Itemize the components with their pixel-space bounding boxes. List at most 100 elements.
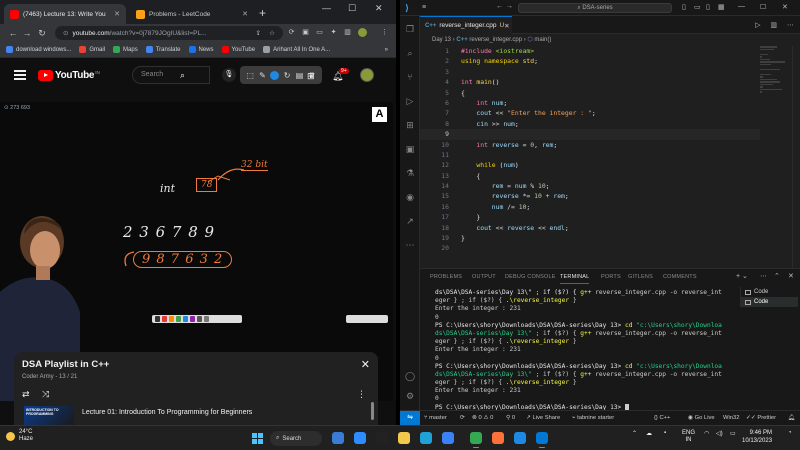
new-tab-button[interactable]: + [259, 6, 266, 20]
notification-center-icon[interactable]: ◔ [788, 430, 792, 436]
bookmark-item[interactable]: Gmail [79, 46, 105, 53]
taskbar-search[interactable]: ⌕ Search [270, 431, 322, 446]
code-line[interactable]: 2 using namespace std; [420, 56, 760, 66]
code-line[interactable]: 16 num /= 10; [420, 202, 760, 212]
pen-green-icon[interactable] [176, 316, 181, 322]
chrome-menu-icon[interactable]: ⋮ [380, 28, 389, 37]
zoom-icon[interactable] [354, 432, 366, 444]
terminal-list-item[interactable]: Code [741, 287, 798, 297]
bookmark-star-icon[interactable]: ☆ [269, 29, 275, 37]
media-player-icon[interactable] [376, 432, 388, 444]
nav-back-icon[interactable]: ← [496, 3, 503, 10]
input-language[interactable]: ENG IN [682, 430, 695, 444]
code-line[interactable]: 1 #include <iostream> [420, 46, 760, 56]
refresh-extension-icon[interactable]: ⟳ [287, 28, 296, 37]
youtube-logo[interactable]: YouTube IN [38, 70, 100, 81]
more-options-icon[interactable]: ⋮ [357, 389, 366, 400]
vscode-icon[interactable] [536, 432, 548, 448]
minimap[interactable] [760, 46, 788, 106]
eraser-icon[interactable] [197, 316, 202, 322]
layout-panel-icon[interactable]: ▭ [694, 3, 701, 11]
source-control-icon[interactable]: ⑂ [405, 72, 415, 82]
tray-overflow-icon[interactable]: ⌃ [632, 430, 637, 437]
docker-icon[interactable]: ⋯ [405, 240, 415, 250]
undo-icon[interactable] [204, 316, 209, 322]
gpu-icon[interactable]: ▪ [664, 430, 666, 436]
branch-status[interactable]: ⑂ master [424, 415, 447, 421]
firefox-icon[interactable] [492, 432, 504, 444]
shuffle-icon[interactable]: ⤨ [42, 389, 49, 400]
search-icon[interactable]: ⌕ [405, 48, 415, 58]
cursor-icon[interactable]: ⬚ [246, 71, 255, 80]
explorer-icon[interactable]: ❐ [405, 24, 415, 34]
code-line[interactable]: 15 reverse *= 10 + rem; [420, 191, 760, 201]
code-line[interactable]: 6 int num; [420, 98, 760, 108]
pen-purple-icon[interactable] [190, 316, 195, 322]
gitlens-icon[interactable]: ◉ [405, 192, 415, 202]
tab-youtube[interactable]: (7463) Lecture 13: Write You ✕ [4, 4, 126, 24]
code-line[interactable]: 12 while (num) [420, 160, 760, 170]
bars-icon[interactable]: ▤ [295, 71, 304, 80]
voice-search-icon[interactable]: 🎙 [222, 68, 236, 82]
close-tab-icon[interactable]: ✕ [114, 10, 120, 18]
weather-widget[interactable]: 24°C Haze [6, 429, 33, 443]
panel-tab-ports[interactable]: PORTS [601, 274, 621, 280]
site-info-icon[interactable]: ⊙ [63, 29, 68, 37]
code-line[interactable]: 10 int reverse = 0, rem; [420, 140, 760, 150]
command-center-search[interactable]: ⌕ DSA-series [518, 3, 672, 13]
ports-status[interactable]: ⚲ 0 [506, 415, 515, 421]
panel-tab-problems[interactable]: PROBLEMS [430, 274, 462, 280]
minimize-button[interactable]: — [738, 3, 745, 10]
code-editor[interactable]: 1 #include <iostream> 2 using namespace std… [420, 46, 760, 254]
terminal-output[interactable]: ds\DSA\DSA-series\Day 13\" ; if ($?) { g… [435, 289, 735, 412]
breadcrumb-file[interactable]: reverse_integer.cpp [469, 37, 522, 43]
sidepanel-icon[interactable]: ▥ [343, 28, 352, 37]
wifi-icon[interactable]: ◠ [704, 430, 709, 437]
battery-icon[interactable]: ▭ [730, 430, 736, 437]
widgets-icon[interactable] [332, 432, 344, 444]
testing-icon[interactable]: ⚗ [405, 168, 415, 178]
panel-tab-gitlens[interactable]: GITLENS [628, 274, 653, 280]
close-playlist-icon[interactable]: ✕ [361, 358, 370, 371]
nav-forward-icon[interactable]: → [506, 3, 513, 10]
chrome-icon[interactable] [470, 432, 482, 448]
code-line[interactable]: 4 int main() [420, 77, 760, 87]
bookmark-item[interactable]: News [188, 46, 214, 53]
layout-aux-icon[interactable]: ▯ [706, 3, 710, 11]
maximize-panel-icon[interactable]: ⌃ [774, 272, 780, 280]
terminal-list-item[interactable]: Code [741, 297, 798, 307]
start-button[interactable] [252, 433, 263, 444]
edge-icon[interactable] [420, 432, 432, 444]
prettier-status[interactable]: ✓✓ Prettier [746, 415, 776, 421]
panel-more-icon[interactable]: ⋯ [760, 272, 767, 280]
remote-indicator-icon[interactable]: ⇋ [400, 411, 420, 425]
pointer-tool-icon[interactable] [155, 316, 160, 322]
code-line[interactable]: 5{ [420, 88, 760, 98]
back-button[interactable]: ← [6, 28, 20, 38]
pen-blue-icon[interactable] [183, 316, 188, 322]
share-icon[interactable]: ⇪ [256, 29, 261, 37]
run-code-icon[interactable]: ▷ [755, 22, 760, 29]
layout-sidebar-icon[interactable]: ▯ [682, 3, 686, 11]
split-editor-icon[interactable]: ▥ [770, 22, 777, 29]
code-line[interactable]: 8 cin >> num; [420, 119, 760, 129]
maximize-button[interactable]: ☐ [760, 3, 766, 11]
code-line[interactable]: 20 [420, 243, 760, 253]
panel-tab-terminal[interactable]: TERMINAL [560, 274, 590, 284]
playlist-scrollbar[interactable] [371, 402, 374, 420]
extensions-icon[interactable]: ⊞ [405, 120, 415, 130]
playlist-item[interactable]: INTRODUCTION TO PROGRAMMING Lecture 01: … [24, 406, 364, 425]
notifications-bell-icon[interactable]: 🔔︎ [788, 415, 795, 421]
pen-red-icon[interactable] [162, 316, 167, 322]
problems-status[interactable]: ⊗ 0 ⚠ 0 [472, 415, 493, 421]
menu-icon[interactable]: ≡ [422, 4, 426, 11]
code-line[interactable]: 13 { [420, 171, 760, 181]
tabnine-status[interactable]: ⌁ tabnine starter [572, 415, 614, 421]
close-tab-icon[interactable]: ✕ [242, 10, 248, 18]
cloud-icon[interactable]: ☁ [646, 430, 652, 437]
bookmarks-overflow-button[interactable]: » [385, 47, 388, 53]
code-line[interactable]: 9 [420, 129, 760, 140]
code-line[interactable]: 18 cout << reverse << endl; [420, 223, 760, 233]
code-line[interactable]: 19} [420, 233, 760, 243]
bookmark-item[interactable]: download windows... [6, 46, 71, 53]
